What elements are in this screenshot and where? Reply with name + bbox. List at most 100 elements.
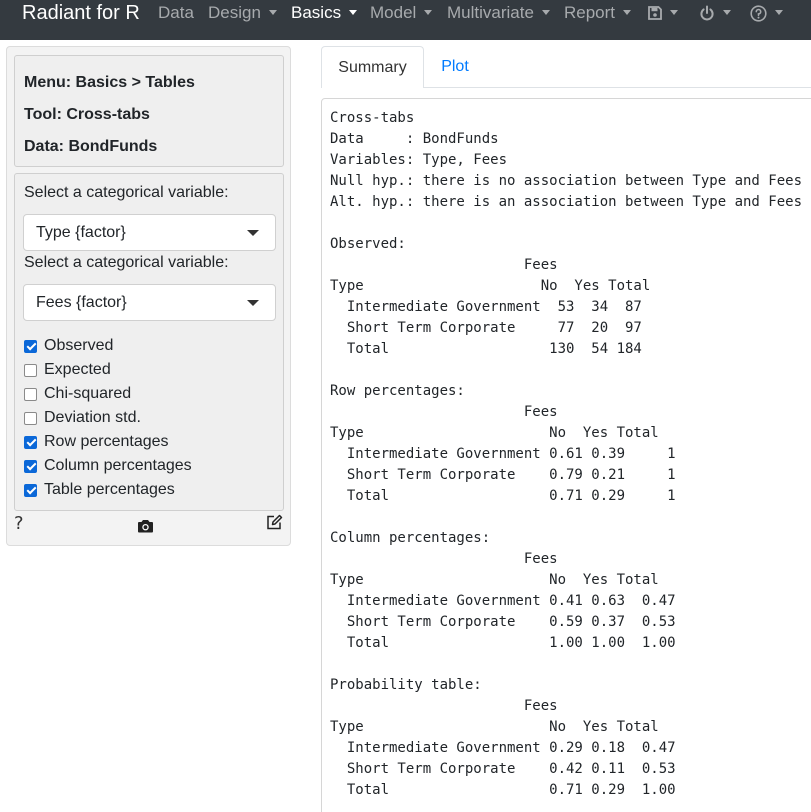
checkbox-table-percentages-label: Table percentages: [44, 481, 175, 498]
output-line: Observed:: [330, 236, 406, 252]
checkbox-deviation-std-box[interactable]: [24, 411, 37, 425]
output-line: Short Term Corporate 0.79 0.21 1: [346, 467, 676, 483]
chevron-down-icon: [670, 9, 678, 15]
chevron-down-icon: [268, 10, 277, 16]
second-variable-label: Select a categorical variable:: [24, 254, 229, 271]
output-line: Data : BondFunds: [330, 131, 499, 147]
checkbox-row-percentages-box[interactable]: [24, 435, 37, 449]
checkbox-column-percentages-box[interactable]: [24, 459, 37, 473]
output-line: Intermediate Government 0.61 0.39 1: [346, 446, 676, 462]
tab-plot[interactable]: Plot: [424, 46, 486, 88]
nav-save-menu[interactable]: [648, 3, 678, 23]
nav-data[interactable]: Data: [158, 0, 194, 26]
cross-tabs-options-panel: Select a categorical variable: Type {fac…: [14, 173, 284, 511]
chevron-down-icon: [349, 10, 358, 16]
navbar: Radiant for R Data Design Basics Model M…: [0, 0, 811, 40]
nav-power-menu[interactable]: [699, 3, 731, 23]
first-variable-label: Select a categorical variable:: [24, 184, 229, 201]
nav-basics[interactable]: Basics: [291, 0, 358, 26]
output-line: Intermediate Government 53 34 87: [346, 299, 642, 315]
tab-divider: [424, 87, 811, 88]
nav-multivariate-label: Multivariate: [447, 3, 534, 22]
checkbox-table-percentages[interactable]: Table percentages: [24, 480, 175, 500]
nav-model[interactable]: Model: [370, 0, 433, 26]
tab-summary[interactable]: Summary: [321, 46, 424, 88]
save-icon: [648, 6, 662, 20]
output-line: Column percentages:: [330, 530, 491, 546]
output-line: Total 0.71 0.29 1: [346, 488, 676, 504]
nav-report[interactable]: Report: [564, 0, 632, 26]
app-title[interactable]: Radiant for R: [22, 0, 140, 26]
help-icon[interactable]: ?: [14, 513, 24, 534]
checkbox-deviation-std[interactable]: Deviation std.: [24, 408, 141, 428]
sidebar: Menu: Basics > Tables Tool: Cross-tabs D…: [6, 46, 291, 546]
nav-report-label: Report: [564, 3, 616, 22]
output-line: Cross-tabs: [330, 110, 415, 126]
checkbox-expected-box[interactable]: [24, 363, 37, 377]
nav-design-label: Design: [208, 3, 261, 22]
output-line: Fees: [523, 551, 558, 567]
checkbox-observed-label: Observed: [44, 337, 114, 354]
first-variable-value: Type {factor}: [36, 224, 126, 241]
nav-model-label: Model: [370, 3, 417, 22]
output-line: Short Term Corporate 77 20 97: [346, 320, 642, 336]
chevron-down-icon: [623, 10, 632, 16]
chevron-down-icon: [775, 9, 783, 15]
checkbox-chi-squared[interactable]: Chi-squared: [24, 384, 131, 404]
checkbox-chi-squared-label: Chi-squared: [44, 385, 132, 402]
output-line: Variables: Type, Fees: [330, 152, 508, 168]
output-line: Alt. hyp.: there is an association betwe…: [330, 194, 803, 210]
edit-icon[interactable]: [266, 514, 283, 535]
nav-basics-label: Basics: [291, 3, 342, 22]
output-line: Total 1.00 1.00 1.00: [346, 635, 676, 651]
output-line: Type No Yes Total: [330, 572, 659, 588]
menu-path: Menu: Basics > Tables: [24, 74, 195, 91]
output-line: Total 0.71 0.29 1.00: [330, 782, 676, 798]
output-line: Short Term Corporate 0.59 0.37 0.53: [346, 614, 676, 630]
output-line: Type No Yes Total: [330, 719, 659, 735]
checkbox-row-percentages[interactable]: Row percentages: [24, 432, 169, 452]
checkbox-column-percentages[interactable]: Column percentages: [24, 456, 192, 476]
output-line: Fees: [523, 698, 558, 714]
output-line: Null hyp.: there is no association betwe…: [330, 173, 803, 189]
checkbox-observed[interactable]: Observed: [24, 336, 113, 356]
nav-help-menu[interactable]: [750, 3, 783, 23]
nav-multivariate[interactable]: Multivariate: [447, 0, 550, 26]
checkbox-expected-label: Expected: [44, 361, 111, 378]
second-variable-select[interactable]: Fees {factor}: [23, 284, 276, 321]
first-variable-select[interactable]: Type {factor}: [23, 214, 276, 251]
checkbox-table-percentages-box[interactable]: [24, 483, 37, 497]
power-icon: [700, 5, 714, 21]
output-line: Fees: [523, 404, 558, 420]
nav-data-label: Data: [158, 3, 194, 22]
summary-output-panel: Cross-tabs Data : BondFunds Variables: T…: [321, 98, 811, 812]
camera-icon[interactable]: [137, 519, 154, 538]
output-line: Row percentages:: [330, 383, 465, 399]
output-line: Type No Yes Total: [330, 425, 659, 441]
chevron-down-icon: [424, 10, 433, 16]
chevron-down-icon: [723, 9, 731, 15]
cross-tabs-summary-text: Cross-tabs Data : BondFunds Variables: T…: [330, 108, 802, 801]
chevron-down-icon: [541, 10, 550, 16]
dataset-name: Data: BondFunds: [24, 138, 158, 155]
second-variable-value: Fees {factor}: [36, 294, 127, 311]
output-line: Probability table:: [330, 677, 482, 693]
output-line: Total 130 54 184: [346, 341, 642, 357]
checkbox-observed-box[interactable]: [24, 339, 37, 353]
output-line: Fees: [523, 257, 558, 273]
checkbox-expected[interactable]: Expected: [24, 360, 111, 380]
checkbox-row-percentages-label: Row percentages: [44, 433, 169, 450]
checkbox-column-percentages-label: Column percentages: [44, 457, 192, 474]
output-line: Short Term Corporate 0.42 0.11 0.53: [346, 761, 676, 777]
output-line: Type No Yes Total: [330, 278, 651, 294]
tool-name: Tool: Cross-tabs: [24, 106, 150, 123]
checkbox-deviation-std-label: Deviation std.: [44, 409, 141, 426]
output-line: Intermediate Government 0.29 0.18 0.47: [346, 740, 676, 756]
output-line: Intermediate Government 0.41 0.63 0.47: [346, 593, 676, 609]
tool-info-panel: Menu: Basics > Tables Tool: Cross-tabs D…: [14, 55, 284, 167]
help-circle-icon: [750, 4, 767, 22]
dropdown-arrow-icon: [247, 300, 259, 306]
checkbox-chi-squared-box[interactable]: [24, 387, 37, 401]
nav-design[interactable]: Design: [208, 0, 277, 26]
dropdown-arrow-icon: [247, 230, 259, 236]
